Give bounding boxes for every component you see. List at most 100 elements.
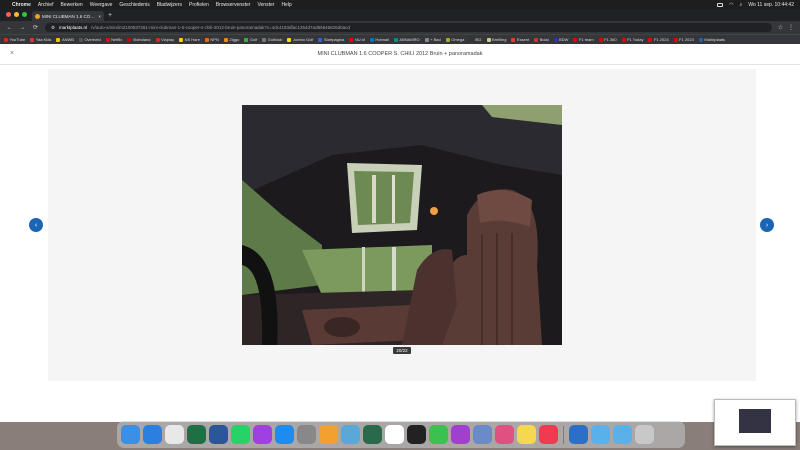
- bookmark-item[interactable]: NS Hare: [179, 37, 200, 42]
- clock-icon[interactable]: [407, 425, 426, 444]
- chrome-icon[interactable]: [165, 425, 184, 444]
- bookmark-star-icon[interactable]: ☆: [778, 24, 783, 31]
- menu-bewerken[interactable]: Bewerken: [60, 2, 82, 8]
- zoom-window-icon[interactable]: [22, 12, 27, 17]
- bookmark-item[interactable]: Netflix: [105, 37, 122, 42]
- calendar-icon[interactable]: [385, 425, 404, 444]
- menu-profielen[interactable]: Profielen: [189, 2, 209, 8]
- bookmark-item[interactable]: F1 2023: [673, 37, 694, 42]
- bookmark-item[interactable]: Videoland: [127, 37, 151, 42]
- bookmark-item[interactable]: F1.360: [598, 37, 617, 42]
- excel-icon[interactable]: [187, 425, 206, 444]
- bookmark-item[interactable]: NPN: [204, 37, 219, 42]
- preview-icon[interactable]: [341, 425, 360, 444]
- battery-icon[interactable]: [717, 2, 724, 7]
- downloads-folder-icon[interactable]: [590, 425, 610, 444]
- bookmark-label: NU.nl: [354, 37, 365, 42]
- photos-icon[interactable]: [319, 425, 338, 444]
- bluetooth-icon[interactable]: [568, 425, 588, 444]
- menu-weergave[interactable]: Weergave: [90, 2, 113, 8]
- next-photo-button[interactable]: ›: [760, 218, 774, 232]
- system-settings-icon[interactable]: [297, 425, 316, 444]
- menu-archief[interactable]: Archief: [38, 2, 54, 8]
- bookmark-item[interactable]: Golfclub: [262, 37, 282, 42]
- menu-venster[interactable]: Venster: [257, 2, 274, 8]
- previous-photo-button[interactable]: ‹: [29, 218, 43, 232]
- bookmark-item[interactable]: iSG: [469, 37, 482, 42]
- bookmark-item[interactable]: F1 team: [573, 37, 594, 42]
- notes-icon[interactable]: [517, 425, 536, 444]
- screenshot-thumbnail-preview[interactable]: [714, 399, 796, 446]
- bookmark-label: Overheid: [84, 37, 101, 42]
- bookmark-item[interactable]: ABNAMRO: [393, 37, 420, 42]
- search-icon[interactable]: ⌕: [740, 2, 743, 8]
- safari-icon[interactable]: [143, 425, 162, 444]
- bookmark-item[interactable]: Yaa Kids: [30, 37, 51, 42]
- bookmark-item[interactable]: F1 2024: [648, 37, 669, 42]
- bookmark-item[interactable]: F1 Today: [621, 37, 643, 42]
- time-machine-icon[interactable]: [363, 425, 382, 444]
- word-icon[interactable]: [209, 425, 228, 444]
- facetime-icon[interactable]: [429, 425, 448, 444]
- bookmark-label: Hotmail: [375, 37, 389, 42]
- menubar-clock[interactable]: Wo 11 sep. 10:44:42: [748, 2, 794, 8]
- bookmark-item[interactable]: YouTube: [4, 37, 25, 42]
- reload-button[interactable]: ⟳: [32, 24, 39, 31]
- bookmark-item[interactable]: Overheid: [78, 37, 101, 42]
- bookmark-favicon-icon: [673, 37, 678, 42]
- menu-app-chrome[interactable]: Chrome: [12, 2, 31, 8]
- browser-tab-strip: MINI CLUBMAN 1.6 COOPER × +: [0, 9, 800, 21]
- close-window-icon[interactable]: [6, 12, 11, 17]
- minimize-window-icon[interactable]: [14, 12, 19, 17]
- bookmark-item[interactable]: Omega: [445, 37, 464, 42]
- music-icon[interactable]: [539, 425, 558, 444]
- bookmark-favicon-icon: [698, 37, 703, 42]
- bookmark-item[interactable]: ANWB: [56, 37, 74, 42]
- bookmark-item[interactable]: Hotmail: [369, 37, 389, 42]
- menu-geschiedenis[interactable]: Geschiedenis: [119, 2, 149, 8]
- bookmark-item[interactable]: BDW: [553, 37, 568, 42]
- screen-sharing-icon[interactable]: [473, 425, 492, 444]
- close-viewer-button[interactable]: ×: [10, 50, 14, 57]
- forward-button[interactable]: →: [19, 25, 26, 31]
- bookmark-item[interactable]: Golf: [244, 37, 257, 42]
- bookmark-item[interactable]: Essent: [511, 37, 529, 42]
- launchpad-icon[interactable]: [495, 425, 514, 444]
- bookmark-item[interactable]: NU.nl: [349, 37, 365, 42]
- bookmark-item[interactable]: Startpagina: [318, 37, 344, 42]
- tab-title: MINI CLUBMAN 1.6 COOPER: [42, 13, 96, 19]
- podcasts-icon[interactable]: [451, 425, 470, 444]
- marktplaats-favicon-icon: [35, 13, 40, 19]
- bookmark-item[interactable]: Breitling: [486, 37, 506, 42]
- documents-folder-icon[interactable]: [612, 425, 632, 444]
- bookmark-label: + Bad: [430, 37, 441, 42]
- bookmark-label: Bolai: [539, 37, 549, 42]
- bookmark-item[interactable]: + Bad: [424, 37, 441, 42]
- bookmark-favicon-icon: [287, 37, 292, 42]
- menu-browservenster[interactable]: Browservenster: [216, 2, 251, 8]
- whatsapp-icon[interactable]: [231, 425, 250, 444]
- menu-bladwijzers[interactable]: Bladwijzers: [157, 2, 182, 8]
- bookmark-item[interactable]: Ziggo: [223, 37, 239, 42]
- app-store-icon[interactable]: [275, 425, 294, 444]
- browser-tab[interactable]: MINI CLUBMAN 1.6 COOPER ×: [32, 11, 104, 21]
- bookmark-item[interactable]: Viaplay: [155, 37, 174, 42]
- wifi-icon[interactable]: ◠: [729, 2, 733, 8]
- menu-help[interactable]: Help: [281, 2, 291, 8]
- trash-icon[interactable]: [634, 425, 654, 444]
- bookmark-item[interactable]: Marktplaats: [698, 37, 725, 42]
- bookmark-label: ABNAMRO: [399, 37, 420, 42]
- window-controls: [6, 12, 27, 17]
- back-button[interactable]: ←: [6, 25, 13, 31]
- new-tab-button[interactable]: +: [108, 11, 112, 21]
- finder-icon[interactable]: [121, 425, 140, 444]
- address-bar[interactable]: ⚙ marktplaats.nl/v/auto-s/mini/m21005372…: [45, 23, 772, 32]
- bookmark-item[interactable]: Jumbo Golf: [287, 37, 313, 42]
- bookmark-item[interactable]: Bolai: [534, 37, 549, 42]
- car-interior-photo[interactable]: [242, 105, 562, 345]
- tab-close-icon[interactable]: ×: [98, 14, 101, 19]
- chrome-menu-icon[interactable]: ⋮: [788, 24, 794, 31]
- site-info-icon[interactable]: ⚙: [51, 25, 55, 31]
- messenger-icon[interactable]: [253, 425, 272, 444]
- bookmark-favicon-icon: [369, 37, 374, 42]
